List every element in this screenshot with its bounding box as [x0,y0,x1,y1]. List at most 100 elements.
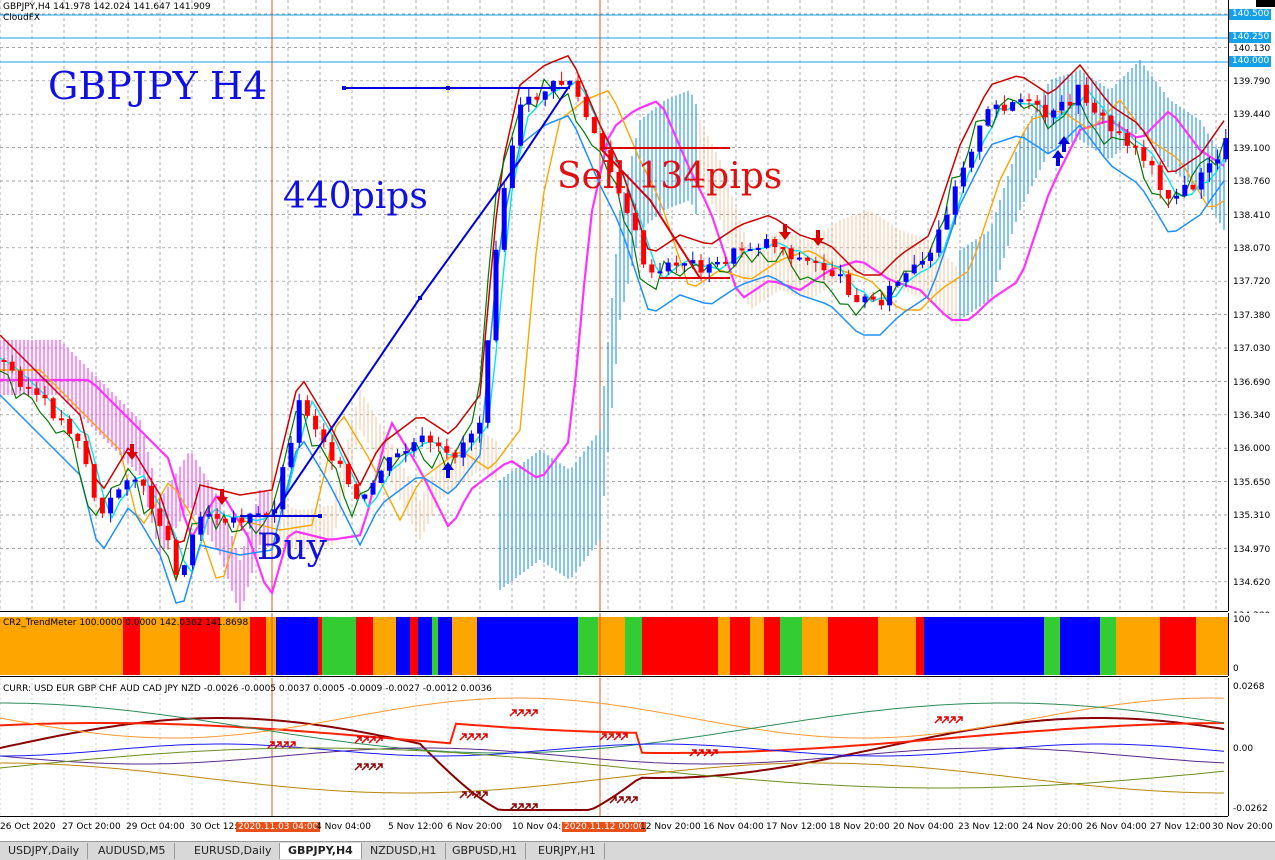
candle-body [657,271,663,274]
candle-body [821,263,827,271]
candle-body [313,415,319,430]
candle-body [1149,160,1155,166]
candle-body [919,260,925,265]
trendmeter-segment [750,617,764,675]
trendmeter-segment [1044,617,1060,675]
candle-body [345,464,351,485]
time-axis[interactable]: 26 Oct 2020 27 Oct 20:00 29 Oct 04:00 30 Oc… [0,817,1275,839]
signal-arrow-icon [948,716,956,724]
chart-tab-audusd-m5[interactable]: AUDUSD,M5 [90,843,175,859]
candle-body [903,273,909,282]
trendmeter-segment [266,617,276,675]
price-label: 134.970 [1233,544,1271,555]
trendline-handle [418,296,422,300]
candle-body [1034,100,1040,105]
candle-body [1215,159,1221,164]
candle-body [805,257,811,261]
candle-body [427,435,433,443]
candle-body [460,442,466,458]
candle-body [67,418,73,434]
candle-body [378,470,384,483]
trendmeter-axis: 100 0 [1228,613,1275,676]
signal-arrow-icon [274,741,282,749]
window-corner [1256,0,1275,7]
chart-tab-nzdusd-h1[interactable]: NZDUSD,H1 [362,843,446,859]
candle-body [83,440,89,465]
candle-body [493,249,499,341]
candle-body [1075,84,1081,106]
price-label: 135.310 [1233,511,1271,522]
candle-body [75,433,81,441]
candle-body [157,508,163,526]
candle-body [1010,102,1016,111]
candle-body [747,248,753,251]
candle-body [977,125,983,152]
mt4-chart-window: GBPJPY,H4 141.978 142.024 141.647 141.90… [0,0,1275,860]
trendmeter-axis-top: 100 [1233,615,1251,625]
candle-body [58,418,64,421]
trendmeter-pane[interactable]: CR2_TrendMeter 100.0000 0.0000 142.0362 … [0,613,1228,677]
candle-body [895,281,901,286]
candle-body [26,386,32,389]
candle-body [1100,112,1106,116]
candle-body [1141,147,1147,161]
chart-tab-eurjpy-h1[interactable]: EURJPY,H1 [530,843,605,859]
time-label: 5 Nov 12:00 [388,822,443,832]
trendmeter-segment [1060,617,1100,675]
trendmeter-segment [1116,617,1160,675]
trendmeter-segment [438,617,452,675]
candle-body [206,514,212,517]
trendmeter-segment [642,617,718,675]
candle-body [1190,184,1196,190]
price-box: 140.500 [1229,9,1271,20]
signal-arrow-icon [955,716,963,724]
trendmeter-segment [452,617,477,675]
candle-body [485,340,491,423]
trendmeter-segment [780,617,802,675]
candle-body [813,260,819,264]
indicator-name: CloudFX [3,13,41,23]
trendmeter-segment [322,617,356,675]
candle-body [222,518,228,523]
candle-body [296,400,302,443]
candle-body [755,247,761,250]
time-cursor-label: 2020.11.12 00:00 [562,822,647,832]
currency-strength-line [0,747,1225,789]
chart-tab-gbpusd-h1[interactable]: GBPUSD,H1 [444,843,526,859]
candle-body [50,398,56,419]
trendmeter-segment [1160,617,1196,675]
candle-body [288,442,294,468]
chart-tab-gbpjpy-h4[interactable]: GBPJPY,H4 [280,843,362,859]
trendmeter-segment [578,617,598,675]
time-label: 20 Nov 04:00 [893,822,954,832]
trendmeter-segment [1100,617,1116,675]
candle-body [854,295,860,303]
candle-body [542,91,548,100]
signal-arrow-icon [354,736,362,744]
trendmeter-axis-bottom: 0 [1233,664,1239,674]
signal-arrow-icon [530,709,538,717]
signal-arrow-icon [509,709,517,717]
cm-axis-label: 0.00 [1233,744,1254,754]
chart-tabs-bar: USDJPY,Daily AUDUSD,M5 EURUSD,Daily GBPJPY,… [0,841,1275,860]
candle-body [993,104,999,110]
price-chart-pane[interactable]: GBPJPY,H4 141.978 142.024 141.647 141.90… [0,0,1228,612]
time-label: 24 Nov 20:00 [1022,822,1083,832]
price-label: 139.440 [1233,110,1271,121]
candle-body [1157,165,1163,190]
candle-body [518,104,524,146]
signal-arrow-icon [473,733,481,741]
candle-body [124,480,130,490]
candle-body [477,422,483,434]
candle-body [403,451,409,454]
chart-tab-eurusd-daily[interactable]: EURUSD,Daily [186,843,281,859]
chart-tab-usdjpy-daily[interactable]: USDJPY,Daily [0,843,89,859]
price-axis[interactable]: 140.500 140.250 140.130 140.000 139.790 1… [1228,0,1275,621]
price-label: 136.340 [1233,411,1271,421]
candle-body [1108,115,1114,132]
candle-body [436,442,442,447]
candle-body [214,514,220,519]
currency-meter-pane[interactable]: CURR: USD EUR GBP CHF AUD CAD JPY NZD -0… [0,678,1228,817]
candle-body [99,497,105,514]
trendmeter-segment [802,617,828,675]
